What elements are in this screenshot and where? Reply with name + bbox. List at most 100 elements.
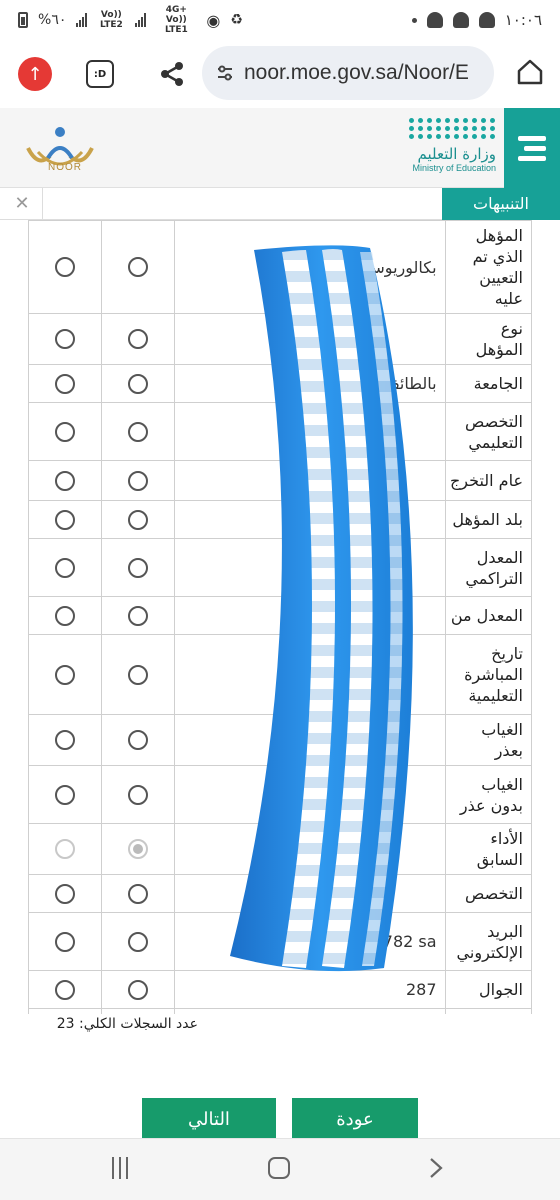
radio-cell — [28, 460, 103, 501]
radio-cell — [101, 823, 176, 875]
radio-option-b[interactable] — [128, 557, 149, 578]
url-text: noor.moe.gov.sa/Noor/E — [244, 61, 469, 84]
status-right: ١٠:٠٦ — [411, 11, 542, 29]
radio-option-a[interactable] — [55, 557, 76, 578]
update-icon[interactable]: ↑ — [18, 57, 52, 91]
radio-option-a[interactable] — [55, 509, 76, 530]
radio-option-a[interactable] — [55, 931, 76, 952]
radio-option-b[interactable] — [128, 257, 149, 278]
tab-switcher-button[interactable]: :D — [86, 60, 114, 88]
radio-option-a[interactable] — [55, 470, 76, 491]
network-2-label: 4G+ Vo)) LTE1 — [164, 5, 188, 35]
radio-cell — [101, 500, 176, 539]
share-icon[interactable] — [158, 60, 186, 88]
battery-level: %٦٠ — [38, 12, 67, 28]
radio-option-b[interactable] — [128, 605, 149, 626]
status-left: %٦٠ Vo)) LTE2 4G+ Vo)) LTE1 ◉ ♻ — [18, 5, 243, 35]
table-row: بلد المؤهل — [28, 500, 532, 539]
field-label: تاريخ المباشرة التعليمية — [444, 634, 532, 715]
field-label: المعدل من — [444, 596, 532, 635]
next-button[interactable]: التالي — [142, 1098, 276, 1140]
field-value — [174, 500, 446, 539]
back-button[interactable]: عودة — [292, 1098, 418, 1140]
notification-dot-icon — [411, 17, 417, 23]
radio-option-a[interactable] — [55, 605, 76, 626]
radio-option-b[interactable] — [128, 931, 149, 952]
radio-option-b[interactable] — [128, 883, 149, 904]
radio-option-b[interactable] — [128, 730, 149, 751]
radio-cell — [101, 714, 176, 766]
moe-dots-emblem — [396, 118, 496, 139]
table-row: التخصص — [28, 874, 532, 913]
field-label: الجامعة — [444, 364, 532, 403]
moe-logo: وزارة التعليم Ministry of Education — [396, 118, 496, 184]
field-label: بلد المؤهل — [444, 500, 532, 539]
radio-cell — [28, 364, 103, 403]
field-label: البريد الإلكتروني — [444, 912, 532, 971]
radio-cell — [28, 220, 103, 314]
radio-cell — [101, 460, 176, 501]
close-icon[interactable]: ✕ — [10, 192, 34, 216]
radio-cell — [101, 765, 176, 824]
radio-option-a[interactable] — [55, 373, 76, 394]
home-icon[interactable] — [516, 58, 544, 86]
radio-option-a[interactable] — [55, 730, 76, 751]
field-label: عام التخرج — [444, 460, 532, 501]
field-value — [174, 765, 446, 824]
field-value: 287 — [174, 970, 446, 1009]
nav-back-icon[interactable] — [428, 1157, 444, 1179]
recent-apps-icon[interactable] — [112, 1157, 134, 1179]
status-bar: %٦٠ Vo)) LTE2 4G+ Vo)) LTE1 ◉ ♻ ١٠:٠٦ — [0, 0, 560, 40]
radio-option-a[interactable] — [55, 664, 76, 685]
radio-option-a[interactable] — [55, 257, 76, 278]
table-row: الأداء السابق — [28, 823, 532, 875]
field-value — [174, 634, 446, 715]
system-nav-bar — [0, 1138, 560, 1200]
table-row: المعدل التراكمي — [28, 538, 532, 597]
total-records: عدد السجلات الكلي: 23 — [56, 1016, 198, 1032]
radio-option-a[interactable] — [55, 883, 76, 904]
radio-option-b[interactable] — [128, 509, 149, 530]
nav-home-icon[interactable] — [268, 1157, 290, 1179]
snapchat-3-icon — [478, 12, 495, 28]
radio-option-b[interactable] — [128, 784, 149, 805]
radio-option-b[interactable] — [128, 470, 149, 491]
field-value: المرحلة الابتدائية، المرحلة الثانوية، ال… — [174, 1008, 446, 1014]
table-body: بكالوريوس، جامعي المؤهل الذي تم التعيين ع… — [28, 220, 532, 1014]
moe-english-name: Ministry of Education — [412, 163, 496, 173]
radio-option-b[interactable] — [128, 329, 149, 350]
radio-option-b[interactable] — [128, 979, 149, 1000]
radio-cell — [101, 402, 176, 461]
table-row: 287 الجوال — [28, 970, 532, 1009]
radio-option-a[interactable] — [55, 784, 76, 805]
notifications-tab[interactable]: التنبيهات — [442, 188, 560, 220]
radio-option-a[interactable] — [55, 329, 76, 350]
battery-icon — [18, 12, 28, 28]
radio-option-b[interactable] — [128, 664, 149, 685]
radio-cell — [28, 634, 103, 715]
radio-cell — [28, 765, 103, 824]
table-row: عام التخرج — [28, 460, 532, 501]
menu-toggle-button[interactable] — [504, 108, 560, 188]
address-bar[interactable]: noor.moe.gov.sa/Noor/E — [202, 46, 494, 100]
field-value: t782 sa — [174, 912, 446, 971]
radio-option-b[interactable] — [128, 421, 149, 442]
table-row: بالطائف الجامعة — [28, 364, 532, 403]
radio-cell — [101, 313, 176, 365]
radio-cell — [101, 1008, 176, 1014]
field-label: التخصص التعليمي — [444, 402, 532, 461]
field-value — [174, 714, 446, 766]
data-table-container[interactable]: بكالوريوس، جامعي المؤهل الذي تم التعيين ع… — [28, 220, 532, 1014]
status-time: ١٠:٠٦ — [504, 11, 542, 29]
radio-option-b — [128, 839, 149, 860]
radio-cell — [28, 874, 103, 913]
radio-option-a[interactable] — [55, 979, 76, 1000]
field-label: مرحلة المؤهل — [444, 1008, 532, 1014]
radio-cell — [28, 313, 103, 365]
site-settings-icon[interactable] — [216, 64, 234, 82]
radio-option-b[interactable] — [128, 373, 149, 394]
field-value — [174, 596, 446, 635]
radio-option-a[interactable] — [55, 421, 76, 442]
radio-cell — [101, 970, 176, 1009]
field-label: الأداء السابق — [444, 823, 532, 875]
